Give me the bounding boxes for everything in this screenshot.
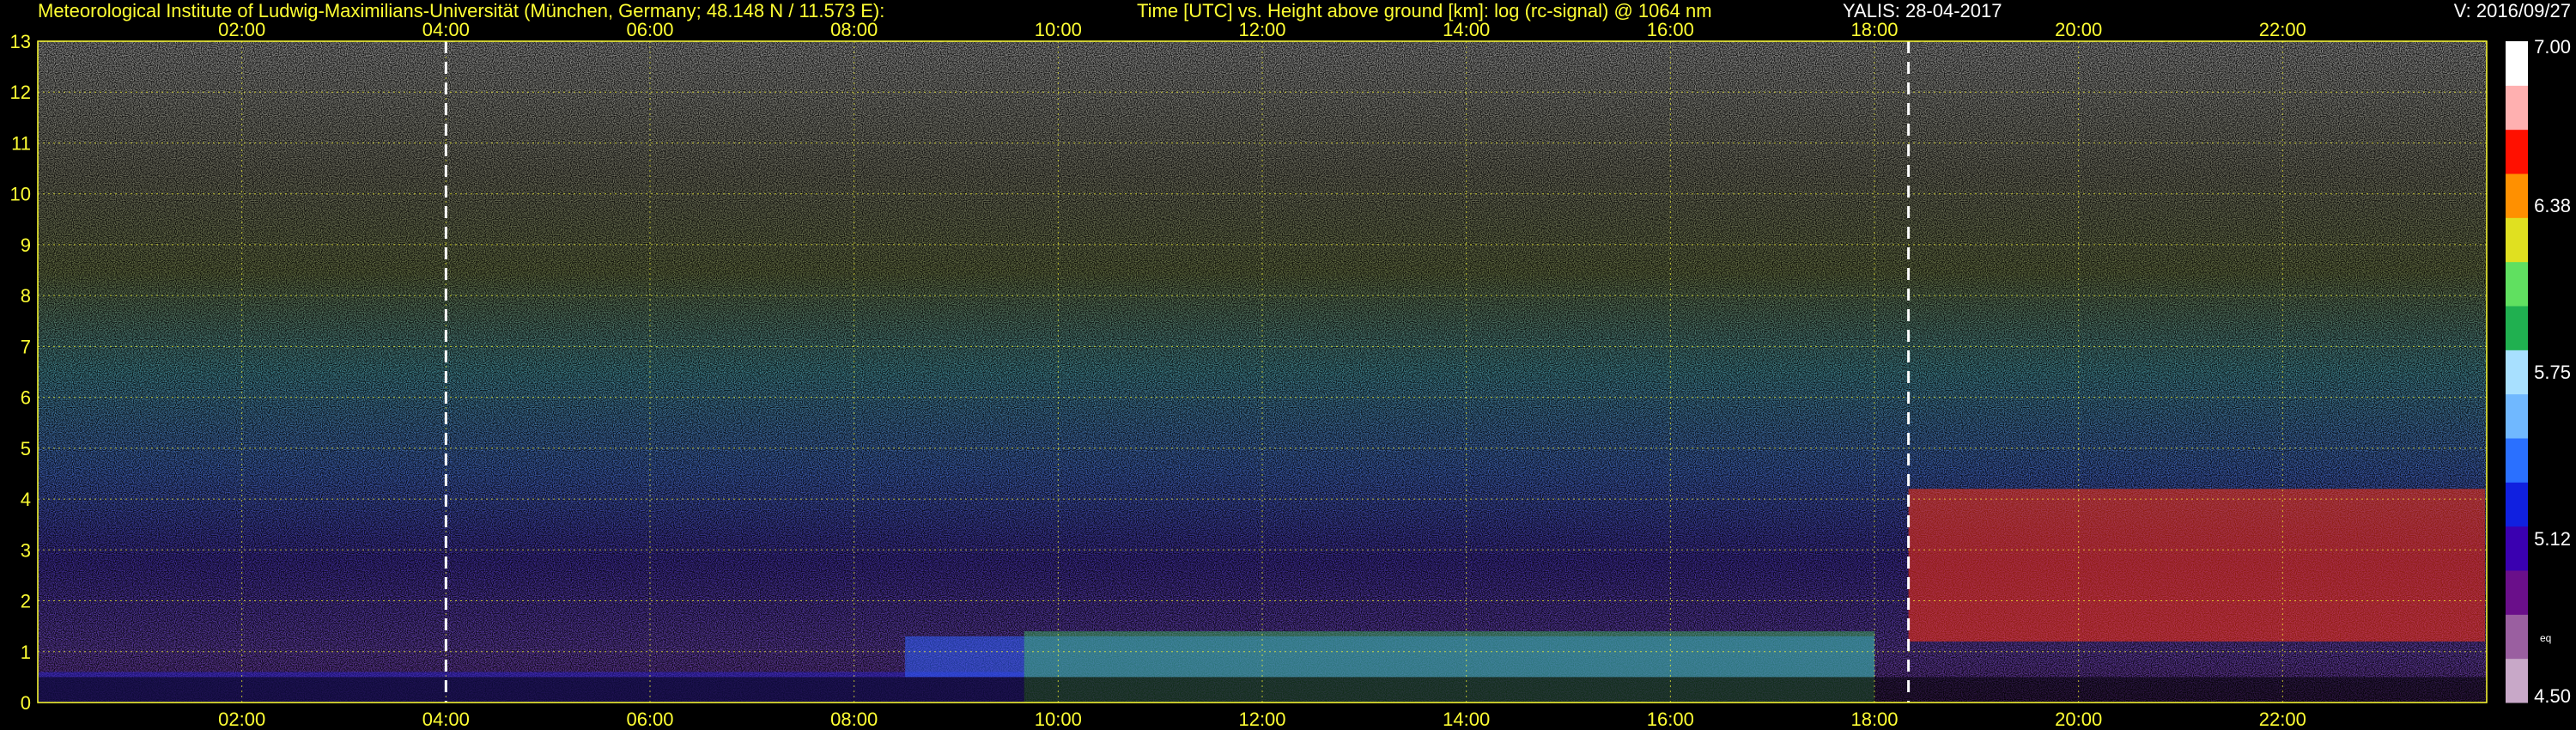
- y-tick-10: 10: [10, 184, 31, 205]
- x-tick-top-3: 08:00: [830, 19, 878, 40]
- x-tick-bottom-2: 06:00: [626, 709, 673, 730]
- x-tick-bottom-10: 22:00: [2259, 709, 2306, 730]
- x-tick-bottom-9: 20:00: [2055, 709, 2102, 730]
- colorbar-swatch-4: [2506, 482, 2528, 527]
- y-tick-4: 4: [21, 489, 31, 510]
- x-tick-top-5: 12:00: [1238, 19, 1285, 40]
- colorbar-label-3: 5.12: [2534, 528, 2571, 550]
- x-tick-bottom-5: 12:00: [1238, 709, 1285, 730]
- colorbar-label-4: 4.50: [2534, 685, 2571, 707]
- x-tick-top-2: 06:00: [626, 19, 673, 40]
- x-tick-bottom-1: 04:00: [422, 709, 470, 730]
- y-tick-3: 3: [21, 539, 31, 561]
- y-tick-13: 13: [10, 31, 31, 52]
- feature-3: [1908, 489, 2486, 642]
- x-tick-top-6: 14:00: [1443, 19, 1490, 40]
- y-tick-9: 9: [21, 234, 31, 256]
- noise-bright: [38, 41, 2487, 398]
- y-tick-1: 1: [21, 642, 31, 663]
- colorbar-swatch-7: [2506, 350, 2528, 395]
- x-tick-top-0: 02:00: [218, 19, 265, 40]
- colorbar-label-0: 7.00: [2534, 36, 2571, 58]
- x-tick-bottom-8: 18:00: [1850, 709, 1898, 730]
- x-tick-top-8: 18:00: [1850, 19, 1898, 40]
- colorbar-swatch-0: [2506, 658, 2528, 703]
- colorbar-unit-label: eq: [2540, 632, 2551, 644]
- colorbar-swatch-1: [2506, 614, 2528, 660]
- colorbar-swatch-6: [2506, 393, 2528, 439]
- colorbar-swatch-8: [2506, 306, 2528, 350]
- colorbar-swatch-12: [2506, 129, 2528, 174]
- x-tick-bottom-7: 16:00: [1647, 709, 1694, 730]
- colorbar: 7.00 6.38 5.75 5.12 4.50 eq: [2506, 36, 2571, 707]
- y-tick-11: 11: [11, 132, 31, 154]
- x-tick-bottom-3: 08:00: [830, 709, 878, 730]
- x-tick-bottom-0: 02:00: [218, 709, 265, 730]
- x-tick-top-7: 16:00: [1647, 19, 1694, 40]
- colorbar-label-2: 5.75: [2534, 362, 2571, 383]
- colorbar-swatch-14: [2506, 41, 2528, 86]
- lidar-heatmap-chart: 02:00 02:00 04:00 04:00 06:00 06:00 08:00 08:00…: [10, 19, 2571, 730]
- x-tick-bottom-6: 14:00: [1443, 709, 1490, 730]
- colorbar-label-1: 6.38: [2534, 195, 2571, 216]
- colorbar-swatch-5: [2506, 438, 2528, 483]
- colorbar-swatch-10: [2506, 217, 2528, 263]
- x-tick-top-9: 20:00: [2055, 19, 2102, 40]
- y-tick-2: 2: [21, 591, 31, 612]
- colorbar-swatch-11: [2506, 173, 2528, 218]
- colorbar-swatch-9: [2506, 261, 2528, 307]
- y-tick-5: 5: [21, 438, 31, 459]
- colorbar-swatch-3: [2506, 526, 2528, 571]
- y-tick-8: 8: [21, 285, 31, 307]
- x-tick-top-4: 10:00: [1035, 19, 1082, 40]
- y-tick-12: 12: [10, 82, 31, 103]
- x-tick-top-1: 04:00: [422, 19, 470, 40]
- x-tick-bottom-4: 10:00: [1035, 709, 1082, 730]
- y-tick-6: 6: [21, 387, 31, 409]
- colorbar-swatch-2: [2506, 570, 2528, 615]
- colorbar-swatch-13: [2506, 85, 2528, 131]
- y-tick-7: 7: [21, 336, 31, 357]
- y-tick-0: 0: [21, 692, 31, 714]
- x-tick-top-10: 22:00: [2259, 19, 2306, 40]
